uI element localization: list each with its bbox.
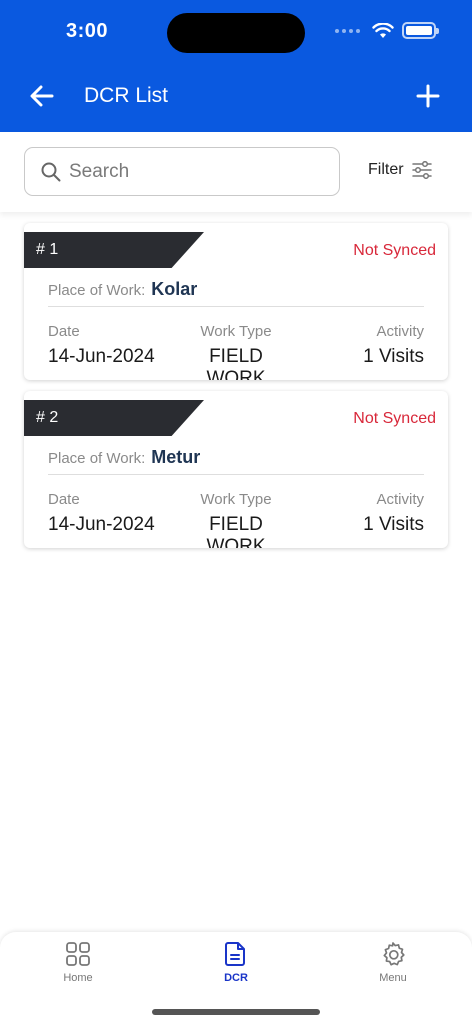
place-of-work-label: Place of Work:	[48, 450, 146, 467]
sync-status: Not Synced	[353, 242, 436, 259]
dcr-number-badge: # 2	[24, 400, 204, 436]
page-title: DCR List	[84, 84, 169, 107]
nav-item-menu[interactable]: Menu	[353, 940, 433, 984]
place-of-work-row: Place of Work: Kolar	[48, 279, 197, 300]
place-of-work-value: Kolar	[151, 279, 198, 299]
wifi-icon	[372, 22, 394, 38]
activity-value: 1 Visits	[363, 346, 424, 367]
divider	[48, 306, 424, 307]
date-value: 14-Jun-2024	[48, 346, 155, 367]
work-type-column: Work Type FIELD WORK	[180, 323, 292, 380]
date-column: Date 14-Jun-2024	[48, 323, 155, 368]
search-placeholder: Search	[69, 160, 130, 182]
date-column: Date 14-Jun-2024	[48, 491, 155, 536]
nav-item-dcr[interactable]: DCR	[196, 940, 276, 984]
status-icons	[335, 22, 439, 39]
nav-item-home[interactable]: Home	[38, 940, 118, 984]
search-icon	[41, 162, 61, 181]
filter-button[interactable]: Filter	[368, 161, 432, 179]
grid-icon	[64, 940, 92, 968]
nav-label-home: Home	[63, 972, 93, 984]
gear-icon	[379, 940, 407, 968]
date-label: Date	[48, 491, 80, 508]
place-of-work-row: Place of Work: Metur	[48, 447, 200, 468]
date-value: 14-Jun-2024	[48, 514, 155, 535]
sliders-icon	[411, 161, 432, 179]
status-time: 3:00	[66, 20, 109, 42]
document-icon	[222, 940, 250, 968]
work-type-value: FIELD WORK	[206, 514, 266, 548]
back-arrow-icon	[30, 85, 54, 107]
place-of-work-label: Place of Work:	[48, 282, 146, 299]
nav-label-dcr: DCR	[224, 972, 248, 984]
activity-column: Activity 1 Visits	[363, 323, 424, 368]
dcr-number-badge: # 1	[24, 232, 204, 268]
home-indicator	[152, 1009, 320, 1015]
divider	[48, 474, 424, 475]
activity-label: Activity	[376, 323, 424, 340]
plus-icon	[416, 84, 440, 108]
sync-status: Not Synced	[353, 410, 436, 427]
activity-label: Activity	[376, 491, 424, 508]
signal-icon	[335, 28, 360, 33]
work-type-label: Work Type	[200, 491, 272, 508]
activity-column: Activity 1 Visits	[363, 491, 424, 536]
dynamic-island	[167, 13, 305, 53]
search-input[interactable]: Search	[24, 147, 340, 196]
dcr-card[interactable]: # 1 Not Synced Place of Work: Kolar Date…	[24, 223, 448, 380]
search-bar-area: Search Filter	[0, 132, 472, 212]
nav-label-menu: Menu	[379, 972, 407, 984]
dcr-card[interactable]: # 2 Not Synced Place of Work: Metur Date…	[24, 391, 448, 548]
date-label: Date	[48, 323, 80, 340]
place-of-work-value: Metur	[151, 447, 201, 467]
work-type-value: FIELD WORK	[206, 346, 266, 380]
work-type-column: Work Type FIELD WORK	[180, 491, 292, 548]
activity-value: 1 Visits	[363, 514, 424, 535]
battery-icon	[402, 22, 439, 39]
work-type-label: Work Type	[200, 323, 272, 340]
back-button[interactable]	[28, 82, 56, 110]
filter-label: Filter	[368, 161, 404, 178]
add-dcr-button[interactable]	[414, 82, 442, 110]
app-header: 3:00 DCR List	[0, 0, 472, 132]
